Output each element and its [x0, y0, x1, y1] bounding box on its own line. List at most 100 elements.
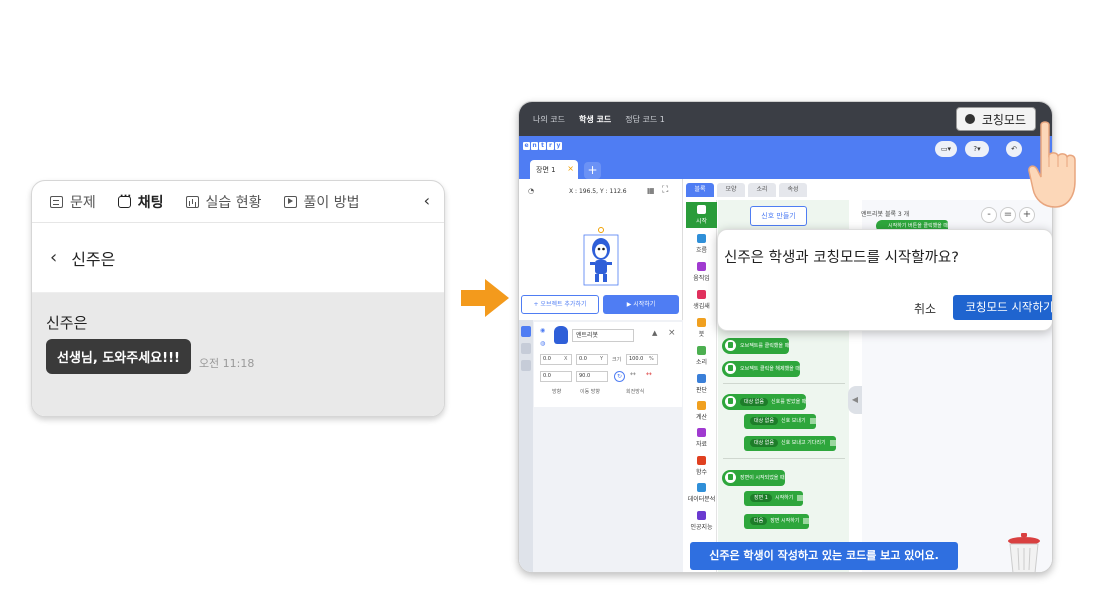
message-bubble: 선생님, 도와주세요!!!	[46, 339, 191, 374]
y-field[interactable]: 0.0	[576, 354, 608, 365]
tab-blocks[interactable]: 블록	[686, 183, 714, 197]
code-editor-window: 나의 코드 학생 코드 정답 코드 1 코칭모드 e n t r y 장면 1 …	[518, 101, 1053, 573]
category-item[interactable]: 생김새	[686, 287, 717, 313]
category-item[interactable]: 함수	[686, 453, 717, 479]
block-object-click[interactable]: 오브젝트를 클릭했을 때	[722, 338, 790, 354]
grid-icon[interactable]: ▦	[647, 186, 655, 195]
zoom-out-button[interactable]: -	[981, 207, 997, 223]
mouse-icon	[725, 363, 736, 374]
coaching-mode-button[interactable]: 코칭모드	[955, 107, 1036, 131]
rotate-icon[interactable]: ↻	[614, 371, 625, 382]
tab-properties[interactable]: 속성	[779, 183, 807, 197]
divider	[723, 458, 845, 459]
fullscreen-icon[interactable]: ⛶	[662, 185, 668, 195]
document-icon	[50, 195, 63, 208]
block-send-signal-wait[interactable]: 대상 없음 신호 보내고 기다리기	[744, 436, 836, 451]
move-direction-field[interactable]: 90.0	[576, 371, 608, 382]
category-item[interactable]: 소리	[686, 343, 717, 369]
category-item[interactable]: 계산	[686, 398, 717, 424]
logo-letter: t	[539, 142, 546, 150]
category-icon	[697, 456, 706, 465]
category-item[interactable]: 인공지능	[686, 508, 717, 534]
scene-tab[interactable]: 장면 1 ×	[530, 160, 578, 179]
category-item[interactable]: 흐름	[686, 231, 717, 257]
help-icon[interactable]: ?▾	[965, 141, 989, 157]
x-value: 0.0	[543, 356, 551, 362]
tab-label: 문제	[70, 194, 96, 211]
back-icon[interactable]: ‹	[50, 247, 57, 268]
category-item[interactable]: 자료	[686, 425, 717, 451]
target-dropdown[interactable]: 대상 없음	[750, 417, 778, 425]
block-object-release[interactable]: 오브젝트 클릭을 해제했을 때	[722, 361, 800, 377]
scene-tab-label: 장면 1	[536, 166, 556, 174]
target-dropdown[interactable]: 대상 없음	[740, 398, 768, 406]
coaching-mode-label: 코칭모드	[981, 112, 1026, 127]
add-object-button[interactable]: + 오브젝트 추가하기	[521, 295, 599, 314]
next-dropdown[interactable]: 다음	[750, 517, 768, 525]
no-rotate-icon[interactable]: ↔	[646, 370, 652, 378]
category-label: 자료	[695, 441, 708, 448]
triangle-up-icon[interactable]: ▲	[652, 329, 657, 337]
coaching-mode-dialog: 신주은 학생과 코칭모드를 시작할까요? 취소 코칭모드 시작하기	[717, 229, 1052, 331]
block-scene-started[interactable]: 장면이 시작되었을 때	[722, 470, 785, 486]
start-button[interactable]: ▶ 시작하기	[603, 295, 679, 314]
stage-area: ◔ X : 196.5, Y : 112.6 ▦ ⛶ + 오브젝트 추가하기 ▶…	[519, 179, 683, 572]
close-icon[interactable]: ×	[567, 164, 574, 173]
size-label: 크기	[612, 357, 622, 363]
close-icon[interactable]: ×	[668, 328, 676, 338]
tab-sounds[interactable]: 소리	[748, 183, 776, 197]
category-item[interactable]: 판단	[686, 371, 717, 397]
cancel-button[interactable]: 취소	[914, 300, 936, 317]
category-item[interactable]: 움직임	[686, 259, 717, 285]
block-start-next-scene[interactable]: 다음 장면 시작하기	[744, 514, 810, 529]
eye-icon[interactable]: ◉	[540, 327, 545, 334]
undo-icon[interactable]: ↶	[1006, 141, 1022, 157]
zoom-reset-button[interactable]: =	[1000, 207, 1016, 223]
lock-icon[interactable]: ◍	[540, 340, 545, 347]
target-dropdown[interactable]: 대상 없음	[750, 439, 778, 447]
stage-canvas[interactable]	[521, 197, 681, 289]
flip-horizontal-icon[interactable]: ↔	[630, 370, 636, 378]
tab-shapes[interactable]: 모양	[717, 183, 745, 197]
chevron-left-icon[interactable]: ‹	[424, 191, 430, 210]
chat-partner-name: 신주은	[71, 249, 116, 269]
scene-dropdown[interactable]: 장면 1	[750, 494, 772, 502]
collapse-palette-button[interactable]: ◀	[848, 386, 862, 414]
add-scene-button[interactable]: +	[584, 162, 601, 179]
pointing-hand-icon	[1028, 121, 1076, 208]
screen-icon[interactable]: ▭▾	[935, 141, 957, 157]
help-icon[interactable]	[521, 343, 531, 354]
entrybot-sprite[interactable]	[583, 227, 619, 287]
block-signal-received[interactable]: 대상 없음 신호를 받았을 때	[722, 394, 807, 410]
object-card[interactable]: ◉ ◍ 엔트리봇 ▲ × 0.0 X 0.0 Y 크기 100.0 % 0.0 …	[534, 322, 682, 407]
start-coaching-button[interactable]: 코칭모드 시작하기	[953, 295, 1052, 320]
object-list-icon[interactable]	[521, 326, 531, 337]
arrow-right-icon	[461, 279, 509, 317]
flag-icon	[803, 517, 810, 524]
tab-practice-status[interactable]: 실습 현황	[185, 192, 262, 212]
tab-label: 채팅	[137, 194, 164, 211]
make-signal-button[interactable]: 신호 만들기	[750, 206, 807, 226]
tab-problem[interactable]: 문제	[50, 192, 96, 212]
block-start-scene[interactable]: 장면 1 시작하기	[744, 491, 804, 506]
tab-chat[interactable]: 채팅	[117, 191, 164, 212]
category-label: 소리	[695, 359, 708, 366]
chart-icon	[185, 195, 199, 208]
trash-icon[interactable]	[1006, 532, 1042, 573]
block-send-signal[interactable]: 대상 없음 신호 보내기	[744, 414, 816, 429]
object-name-field[interactable]: 엔트리봇	[572, 329, 634, 342]
category-item[interactable]: 시작	[686, 202, 717, 228]
tab-solution[interactable]: 풀이 방법	[283, 192, 360, 212]
x-label: X	[564, 356, 568, 362]
keyboard-icon[interactable]	[521, 360, 531, 371]
tab-answer-code[interactable]: 정답 코드 1	[625, 114, 665, 125]
object-buttons: + 오브젝트 추가하기 ▶ 시작하기	[521, 295, 681, 315]
tab-my-code[interactable]: 나의 코드	[533, 114, 565, 125]
direction-field[interactable]: 0.0	[540, 371, 572, 382]
speed-icon[interactable]: ◔	[528, 187, 534, 195]
category-item[interactable]: 붓	[686, 315, 717, 341]
tab-student-code[interactable]: 학생 코드	[579, 114, 611, 125]
category-item[interactable]: 데이터분석	[686, 480, 717, 506]
category-icon	[697, 234, 706, 243]
chat-header: ‹ 신주은	[32, 223, 444, 293]
